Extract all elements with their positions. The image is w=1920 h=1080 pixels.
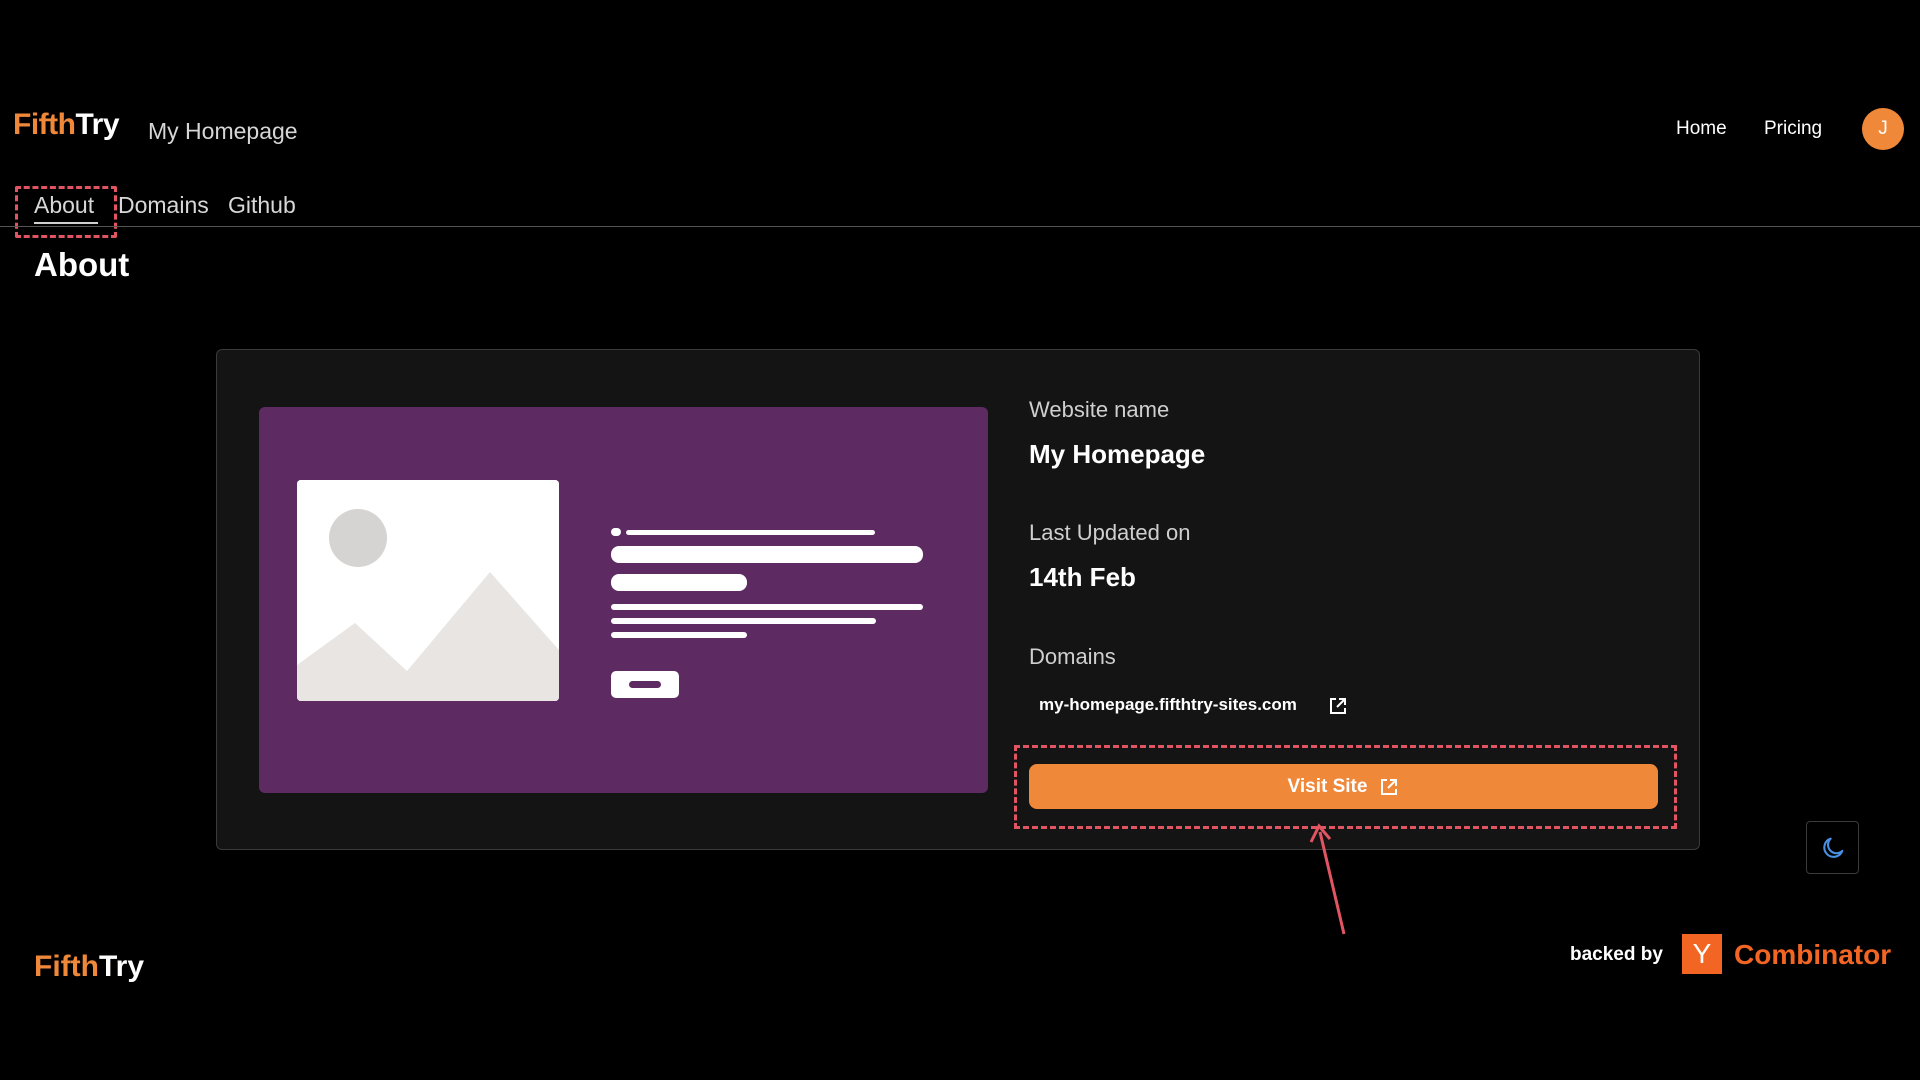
logo-fifth: Fifth	[13, 108, 76, 141]
tab-domains[interactable]: Domains	[118, 192, 209, 219]
yc-logo-text: Combinator	[1734, 939, 1892, 970]
website-name-label: Website name	[1029, 397, 1170, 422]
domain-text: my-homepage.fifthtry-sites.com	[1039, 695, 1297, 714]
preview-line	[611, 632, 747, 638]
tab-bar: About Domains Github	[0, 190, 1920, 226]
annotation-box-visit-site	[1014, 745, 1677, 829]
tab-github[interactable]: Github	[228, 192, 296, 219]
avatar[interactable]: J	[1862, 108, 1904, 150]
annotation-arrow	[1309, 823, 1346, 935]
site-preview-thumbnail	[259, 407, 988, 793]
nav-pricing-link[interactable]: Pricing	[1764, 118, 1822, 140]
preview-button	[611, 671, 679, 698]
website-name-value: My Homepage	[1029, 439, 1206, 469]
preview-line	[611, 574, 747, 591]
footer-logo[interactable]: FifthTry	[34, 950, 144, 984]
dark-mode-toggle[interactable]	[1806, 821, 1859, 874]
page: FifthTry My Homepage Home Pricing J Abou…	[0, 0, 1920, 1080]
preview-line	[611, 604, 923, 610]
last-updated-label: Last Updated on	[1029, 520, 1191, 545]
external-link-icon[interactable]	[1328, 696, 1348, 716]
preview-line	[611, 618, 876, 624]
header: FifthTry My Homepage Home Pricing J	[0, 104, 1920, 154]
domain-link[interactable]: my-homepage.fifthtry-sites.com	[1039, 695, 1297, 715]
preview-line	[626, 530, 875, 535]
backed-by-text: backed by	[1570, 944, 1663, 965]
domains-label: Domains	[1029, 644, 1116, 669]
page-title: About	[34, 246, 130, 283]
tab-divider	[0, 226, 1920, 227]
footer-logo-try: Try	[98, 950, 144, 983]
annotation-box-about	[15, 186, 117, 238]
fifthtry-logo[interactable]: FifthTry	[13, 108, 119, 142]
moon-icon	[1822, 837, 1843, 858]
preview-dot	[611, 528, 621, 536]
footer-logo-fifth: Fifth	[34, 950, 99, 983]
nav-home-link[interactable]: Home	[1676, 118, 1727, 140]
logo-try: Try	[75, 108, 119, 141]
yc-logo-icon: Y	[1682, 934, 1722, 974]
image-placeholder-icon	[297, 480, 559, 701]
last-updated-value: 14th Feb	[1029, 562, 1136, 592]
site-name: My Homepage	[148, 118, 298, 144]
preview-line	[611, 546, 923, 563]
